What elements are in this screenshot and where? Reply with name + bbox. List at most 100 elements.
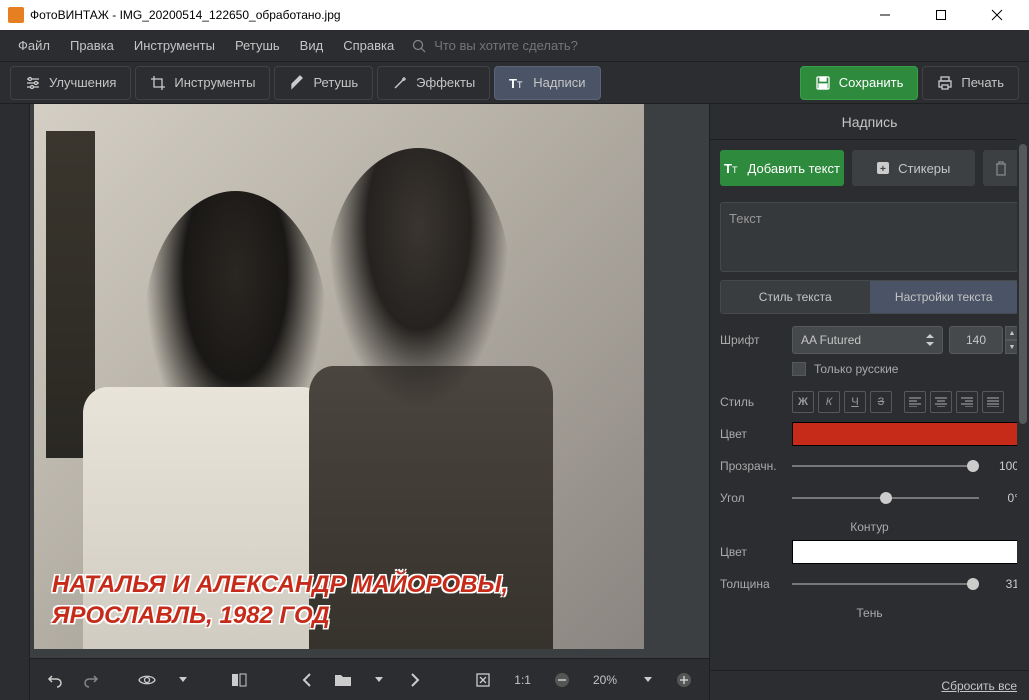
compare-button[interactable] [224, 665, 254, 695]
app-name: ФотоВИНТАЖ [30, 8, 109, 22]
print-label: Печать [961, 75, 1004, 90]
add-text-button[interactable]: TT Добавить текст [720, 150, 844, 186]
chevron-updown-icon [926, 334, 934, 346]
font-select[interactable]: AA Futured [792, 326, 943, 354]
thickness-value: 31 [979, 577, 1019, 591]
canvas[interactable]: НАТАЛЬЯ И АЛЕКСАНДР МАЙОРОВЫ, Ярославль,… [30, 104, 709, 658]
font-value: AA Futured [801, 333, 861, 347]
folder-dropdown[interactable] [364, 665, 394, 695]
print-icon [937, 75, 953, 91]
stickers-button[interactable]: + Стикеры [852, 150, 976, 186]
font-size-input[interactable]: 140 [949, 326, 1003, 354]
opacity-value: 100 [979, 459, 1019, 473]
scrollbar-thumb[interactable] [1019, 144, 1027, 424]
photo-caption[interactable]: НАТАЛЬЯ И АЛЕКСАНДР МАЙОРОВЫ, Ярославль,… [52, 569, 626, 631]
text-input[interactable]: Текст [720, 202, 1019, 272]
align-right-button[interactable] [956, 391, 978, 413]
tab-text-style[interactable]: Стиль текста [721, 281, 870, 313]
close-button[interactable] [977, 1, 1017, 29]
tab-effects[interactable]: Эффекты [377, 66, 490, 100]
tab-tools[interactable]: Инструменты [135, 66, 270, 100]
add-text-label: Добавить текст [748, 161, 840, 176]
opacity-label: Прозрачн. [720, 459, 792, 473]
menu-help[interactable]: Справка [333, 34, 404, 57]
caption-line-2: Ярославль, 1982 год [52, 600, 626, 631]
menu-tools[interactable]: Инструменты [124, 34, 225, 57]
svg-text:T: T [517, 80, 523, 90]
align-center-button[interactable] [930, 391, 952, 413]
panel-scrollbar[interactable] [1017, 104, 1029, 670]
sliders-icon [25, 75, 41, 91]
thickness-slider[interactable] [792, 575, 979, 593]
menu-edit[interactable]: Правка [60, 34, 124, 57]
outline-color-label: Цвет [720, 545, 792, 559]
tab-label: Улучшения [49, 75, 116, 90]
menu-view[interactable]: Вид [290, 34, 334, 57]
russian-only-checkbox[interactable] [792, 362, 806, 376]
underline-button[interactable]: Ч [844, 391, 866, 413]
menu-file[interactable]: Файл [8, 34, 60, 57]
svg-text:T: T [509, 76, 517, 91]
font-label: Шрифт [720, 333, 792, 347]
redo-button[interactable] [76, 665, 106, 695]
angle-slider[interactable] [792, 489, 979, 507]
undo-button[interactable] [40, 665, 70, 695]
panel-title: Надпись [710, 104, 1029, 140]
tab-label: Надписи [533, 75, 585, 90]
save-label: Сохранить [839, 75, 904, 90]
menu-retouch[interactable]: Ретушь [225, 34, 290, 57]
text-color-swatch[interactable] [792, 422, 1019, 446]
stickers-label: Стикеры [898, 161, 950, 176]
folder-button[interactable] [328, 665, 358, 695]
crop-icon [150, 75, 166, 91]
search-icon [412, 39, 426, 53]
next-button[interactable] [400, 665, 430, 695]
tab-retouch[interactable]: Ретушь [274, 66, 373, 100]
align-justify-button[interactable] [982, 391, 1004, 413]
maximize-button[interactable] [921, 1, 961, 29]
tab-captions[interactable]: TT Надписи [494, 66, 600, 100]
ratio-label[interactable]: 1:1 [504, 673, 541, 687]
align-left-button[interactable] [904, 391, 926, 413]
brush-icon [289, 75, 305, 91]
opacity-slider[interactable] [792, 457, 979, 475]
file-name: IMG_20200514_122650_обработано.jpg [120, 8, 341, 22]
svg-text:T: T [724, 161, 732, 176]
outline-section-title: Контур [710, 514, 1029, 536]
prev-button[interactable] [292, 665, 322, 695]
shadow-section-title: Тень [710, 600, 1029, 622]
tab-text-settings[interactable]: Настройки текста [870, 281, 1019, 313]
eye-button[interactable] [132, 665, 162, 695]
svg-text:T: T [732, 165, 738, 175]
tab-enhance[interactable]: Улучшения [10, 66, 131, 100]
style-label: Стиль [720, 395, 792, 409]
tab-label: Эффекты [416, 75, 475, 90]
zoom-out-button[interactable] [547, 665, 577, 695]
minimize-button[interactable] [865, 1, 905, 29]
window-title: ФотоВИНТАЖ - IMG_20200514_122650_обработ… [30, 8, 865, 22]
color-label: Цвет [720, 427, 792, 441]
zoom-dropdown[interactable] [633, 665, 663, 695]
zoom-label[interactable]: 20% [583, 673, 627, 687]
bold-button[interactable]: Ж [792, 391, 814, 413]
tab-label: Ретушь [313, 75, 358, 90]
thickness-label: Толщина [720, 577, 792, 591]
fit-screen-button[interactable] [468, 665, 498, 695]
wand-icon [392, 75, 408, 91]
zoom-in-button[interactable] [669, 665, 699, 695]
search-input[interactable] [434, 38, 634, 53]
sticker-icon: + [876, 161, 890, 175]
left-toolbar [0, 104, 30, 700]
reset-all-link[interactable]: Сбросить все [941, 679, 1017, 693]
print-button[interactable]: Печать [922, 66, 1019, 100]
angle-label: Угол [720, 491, 792, 505]
outline-color-swatch[interactable] [792, 540, 1019, 564]
eye-dropdown[interactable] [168, 665, 198, 695]
delete-button[interactable] [983, 150, 1019, 186]
save-button[interactable]: Сохранить [800, 66, 919, 100]
svg-text:+: + [880, 164, 886, 175]
strike-button[interactable]: З [870, 391, 892, 413]
caption-line-1: НАТАЛЬЯ И АЛЕКСАНДР МАЙОРОВЫ, [52, 569, 626, 600]
text-icon: TT [724, 160, 740, 176]
italic-button[interactable]: К [818, 391, 840, 413]
